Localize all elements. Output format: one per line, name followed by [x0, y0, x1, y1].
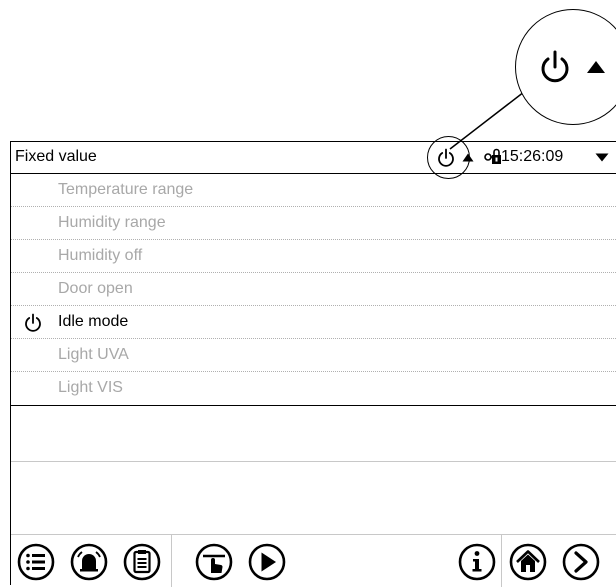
- header-bar: Fixed value 15:26:09: [11, 136, 616, 179]
- list-item-label: Door open: [58, 280, 133, 297]
- chevron-down-icon[interactable]: [595, 153, 609, 162]
- list-item[interactable]: Humidity range: [11, 207, 616, 240]
- clock: 15:26:09: [501, 148, 564, 165]
- list-item-idle-mode[interactable]: Idle mode: [11, 306, 616, 339]
- home-icon[interactable]: [508, 542, 548, 582]
- list-item[interactable]: Humidity off: [11, 240, 616, 273]
- alarm-bell-icon[interactable]: [69, 542, 109, 582]
- manual-mode-icon[interactable]: [194, 542, 234, 582]
- toolbar-separator: [501, 535, 502, 587]
- list-item-label: Light UVA: [58, 346, 129, 363]
- toolbar-separator: [171, 535, 172, 587]
- list-item-label: Humidity off: [58, 247, 143, 264]
- list-item-label: Idle mode: [58, 313, 129, 330]
- magnifier-callout: [515, 9, 616, 125]
- device-screen: Fixed value 15:26:09 Temperature range H…: [10, 136, 616, 587]
- info-icon[interactable]: [457, 542, 497, 582]
- power-icon: [25, 313, 41, 332]
- list-item[interactable]: Temperature range: [11, 174, 616, 207]
- lock-icon[interactable]: [484, 148, 502, 166]
- play-icon[interactable]: [247, 542, 287, 582]
- next-arrow-icon[interactable]: [561, 542, 601, 582]
- list-item-label: Humidity range: [58, 214, 166, 231]
- triangle-up-icon: [587, 61, 605, 73]
- list-item[interactable]: Light UVA: [11, 339, 616, 372]
- triangle-up-icon[interactable]: [462, 153, 474, 162]
- menu-list-icon[interactable]: [16, 542, 56, 582]
- divider: [11, 461, 616, 462]
- power-icon[interactable]: [436, 148, 456, 168]
- power-icon: [541, 50, 569, 83]
- list-item-label: Light VIS: [58, 379, 123, 396]
- list-item[interactable]: Door open: [11, 273, 616, 306]
- mode-list: Temperature range Humidity range Humidit…: [11, 174, 616, 406]
- list-item-label: Temperature range: [58, 181, 194, 198]
- list-item[interactable]: Light VIS: [11, 372, 616, 405]
- clipboard-icon[interactable]: [122, 542, 162, 582]
- page-title: Fixed value: [15, 148, 97, 165]
- bottom-toolbar: [11, 534, 616, 587]
